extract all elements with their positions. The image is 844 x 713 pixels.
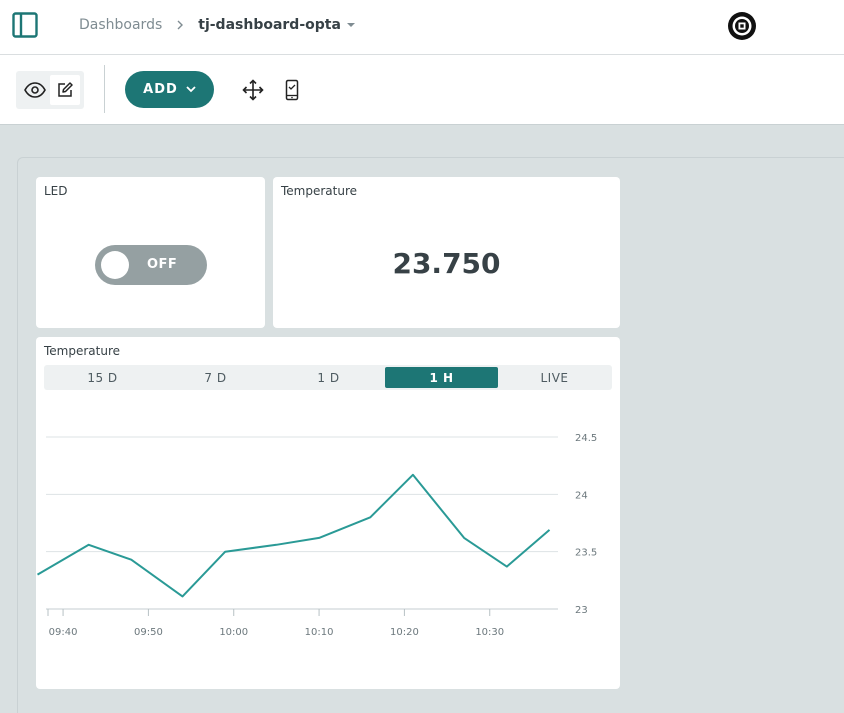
y-tick-label: 24 [575, 490, 588, 501]
data-point [463, 537, 465, 539]
x-tick-label: 09:40 [49, 627, 78, 638]
data-point [548, 529, 550, 531]
switch-state-label: OFF [147, 257, 178, 272]
tab-15d[interactable]: 15 D [46, 367, 159, 388]
chevron-down-icon [186, 86, 196, 93]
data-point [506, 566, 508, 568]
data-point [275, 544, 277, 546]
sidebar-toggle-icon[interactable] [12, 12, 38, 38]
x-tick-label: 10:10 [305, 627, 334, 638]
data-point [36, 574, 38, 576]
eye-icon [24, 82, 46, 98]
x-tick-label: 09:50 [134, 627, 163, 638]
data-point [88, 544, 90, 546]
move-arrange-icon[interactable] [242, 79, 264, 101]
data-point [224, 551, 226, 553]
data-point [182, 595, 184, 597]
edit-mode-button[interactable] [50, 75, 80, 105]
add-widget-button[interactable]: ADD [125, 71, 214, 108]
breadcrumb: Dashboards tj-dashboard-opta [79, 15, 355, 35]
widget-title: Temperature [281, 184, 358, 198]
mode-toggle [16, 71, 84, 109]
temperature-value-widget[interactable]: Temperature 23.750 [273, 177, 620, 328]
switch-knob [101, 251, 129, 279]
dashboard-name[interactable]: tj-dashboard-opta [198, 17, 341, 33]
y-tick-label: 24.5 [575, 433, 597, 444]
add-button-label: ADD [143, 82, 178, 97]
time-range-tabs: 15 D7 D1 D1 H LIVE [44, 365, 612, 390]
led-switch-widget[interactable]: LED OFF [36, 177, 265, 328]
x-tick-label: 10:20 [390, 627, 419, 638]
temperature-chart-widget[interactable]: Temperature 15 D7 D1 D1 H LIVE 23 23.5 24 24… [36, 337, 620, 689]
data-point [412, 474, 414, 476]
view-mode-button[interactable] [20, 75, 50, 105]
tab-1h[interactable]: 1 H [385, 367, 498, 388]
tab-7d[interactable]: 7 D [159, 367, 272, 388]
widget-title: LED [44, 184, 68, 198]
breadcrumb-dashboards-link[interactable]: Dashboards [79, 17, 162, 33]
data-point [130, 559, 132, 561]
y-tick-label: 23.5 [575, 548, 597, 559]
data-point [318, 537, 320, 539]
toolbar-divider [104, 65, 105, 113]
tab-live[interactable]: LIVE [498, 367, 611, 388]
widget-title: Temperature [44, 344, 121, 358]
data-point [369, 516, 371, 518]
temperature-value: 23.750 [392, 247, 501, 280]
y-tick-label: 23 [575, 605, 588, 616]
mobile-layout-icon[interactable] [281, 79, 303, 101]
tab-1d[interactable]: 1 D [272, 367, 385, 388]
x-tick-label: 10:30 [475, 627, 504, 638]
chevron-right-icon [177, 20, 184, 30]
led-toggle-switch[interactable]: OFF [95, 245, 207, 285]
dashboard-toolbar: ADD [0, 55, 844, 125]
temperature-series-line [36, 473, 551, 598]
x-tick-label: 10:00 [219, 627, 248, 638]
top-header: Dashboards tj-dashboard-opta [0, 0, 844, 55]
temperature-line-chart: 23 23.5 24 24.5 09:40 09:50 10:00 10:10 10:20 10:… [36, 433, 597, 638]
caret-down-icon[interactable] [346, 21, 355, 29]
pencil-edit-icon [58, 82, 73, 97]
iot-cloud-logo-icon[interactable] [726, 10, 758, 42]
